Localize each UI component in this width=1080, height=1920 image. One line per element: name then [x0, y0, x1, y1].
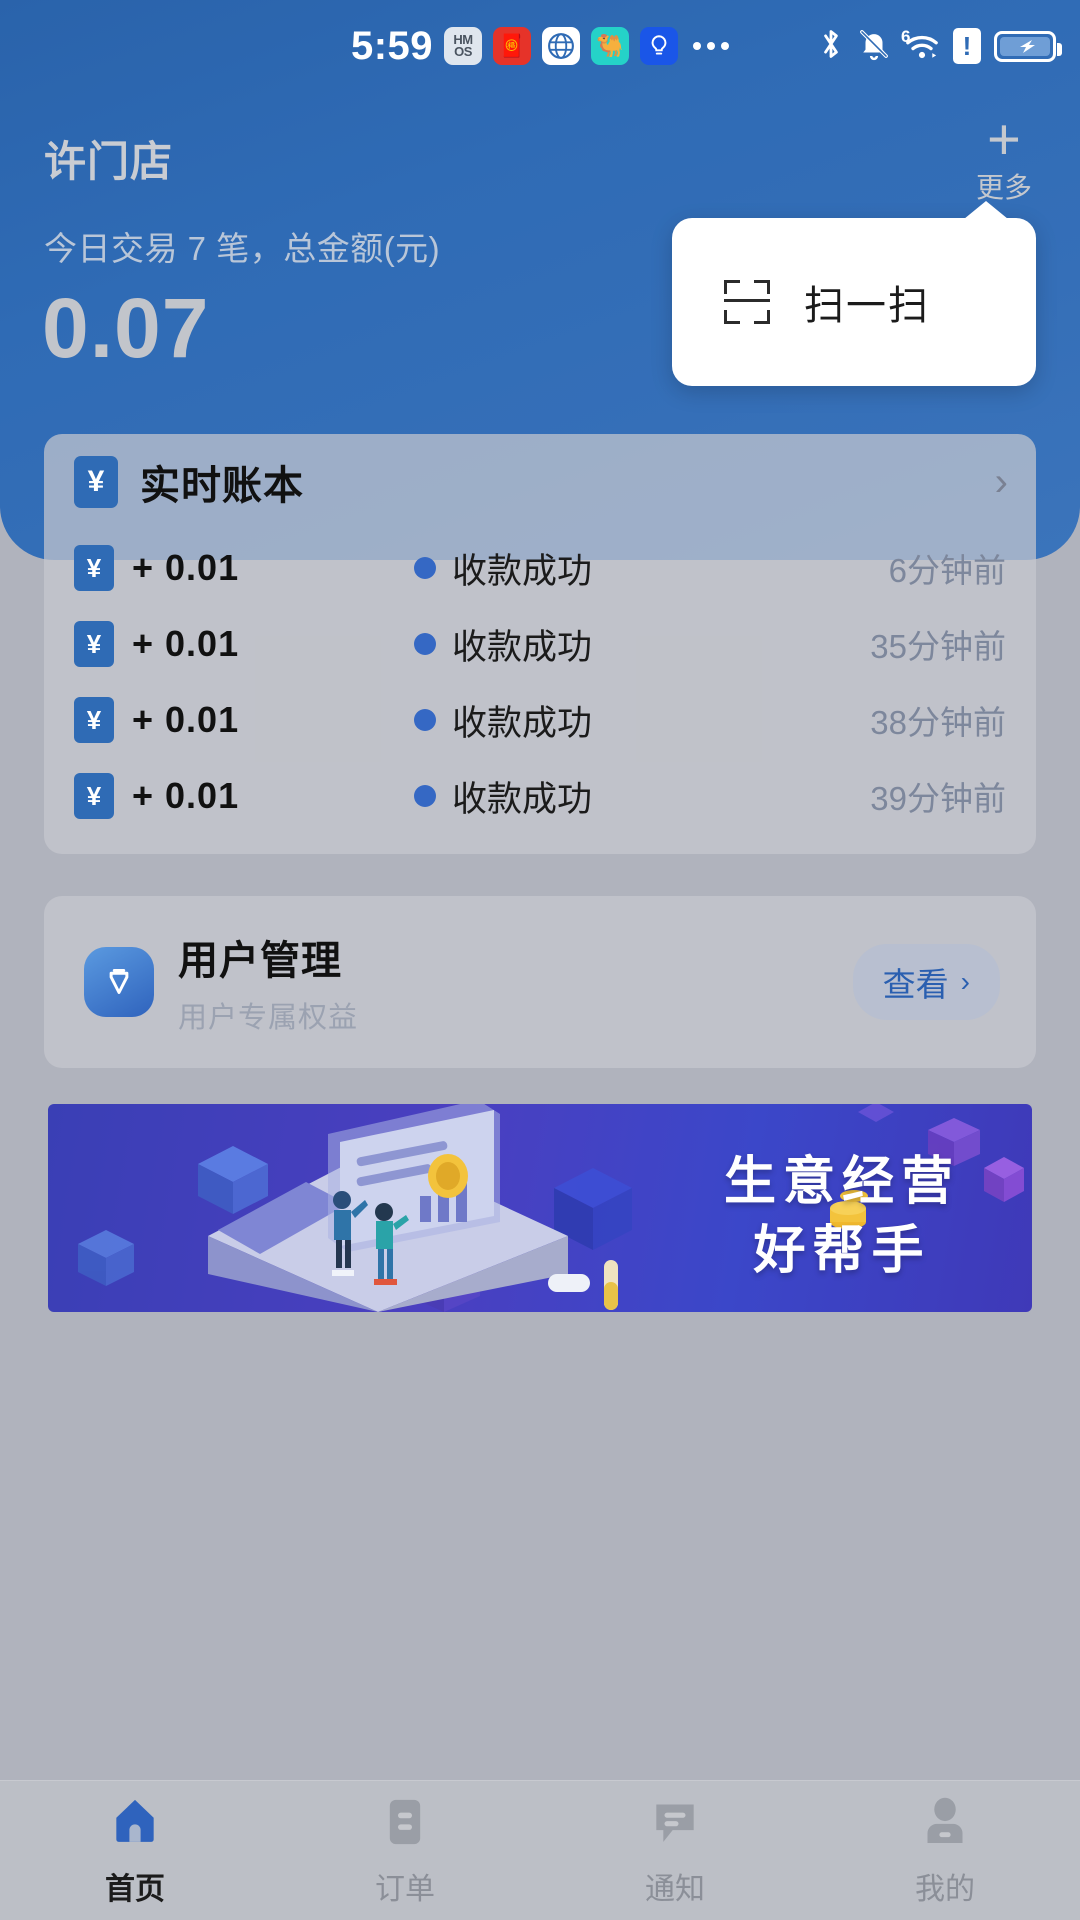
transaction-amount: + 0.01	[132, 547, 240, 588]
status-bar-clock: 5:59	[350, 23, 434, 68]
wifi-6-icon: 6	[901, 27, 940, 61]
table-row[interactable]: ¥ + 0.01 收款成功 35分钟前	[44, 606, 1036, 682]
yen-badge-icon: ¥	[74, 697, 114, 743]
bluetooth-icon	[818, 26, 844, 67]
transaction-status: 收款成功	[414, 543, 592, 594]
browser-icon	[542, 27, 581, 65]
yen-badge-icon: ¥	[74, 545, 114, 591]
tab-profile[interactable]: 我的	[810, 1794, 1080, 1908]
transaction-status: 收款成功	[414, 771, 592, 822]
more-button-label: 更多	[975, 171, 1032, 203]
orders-icon	[389, 1799, 421, 1844]
battery-charging-icon	[994, 30, 1062, 62]
table-row[interactable]: ¥ + 0.01 收款成功 39分钟前	[44, 758, 1036, 834]
status-bar-right: 6 !	[818, 0, 1062, 92]
user-management-icon	[84, 947, 154, 1017]
banner-text: 生意经营 好帮手	[724, 1148, 960, 1285]
transaction-status: 收款成功	[414, 695, 592, 746]
status-label: 收款成功	[452, 779, 593, 819]
chevron-right-icon: ›	[960, 966, 970, 997]
view-button[interactable]: 查看 ›	[852, 944, 1000, 1020]
tab-orders[interactable]: 订单	[270, 1794, 540, 1908]
transaction-time: 6分钟前	[888, 552, 1006, 589]
transaction-amount: + 0.01	[132, 623, 240, 664]
transaction-time: 35分钟前	[870, 628, 1006, 665]
transaction-amount: + 0.01	[132, 775, 240, 816]
transaction-time: 39分钟前	[870, 780, 1006, 817]
red-app-icon: 🧧	[493, 27, 532, 65]
tab-profile-label: 我的	[915, 1872, 975, 1906]
status-label: 收款成功	[452, 551, 593, 591]
today-summary: 今日交易 7 笔，总金额(元)	[44, 230, 441, 267]
status-dot-icon	[414, 633, 436, 655]
hmos-icon: HM OS	[444, 27, 483, 65]
status-label: 收款成功	[452, 703, 593, 743]
scan-popup-label: 扫一扫	[804, 284, 930, 328]
scan-popup[interactable]: 扫一扫	[672, 201, 1036, 386]
realtime-ledger-card[interactable]: ¥ 实时账本 › ¥ + 0.01 收款成功 6分钟前 ¥ + 0.01 收款成…	[44, 434, 1036, 854]
user-management-card[interactable]: 用户管理 用户专属权益 查看 ›	[44, 896, 1036, 1068]
view-button-label: 查看	[882, 966, 949, 1003]
table-row[interactable]: ¥ + 0.01 收款成功 6分钟前	[44, 530, 1036, 606]
camel-app-icon: 🐫	[591, 27, 630, 65]
banner-line-2: 好帮手	[753, 1221, 931, 1280]
more-button[interactable]: + 更多	[975, 107, 1032, 206]
total-amount: 0.07	[42, 281, 210, 375]
tab-home-label: 首页	[105, 1872, 165, 1906]
status-dot-icon	[414, 709, 436, 731]
yen-badge-icon: ¥	[74, 456, 118, 508]
tab-home[interactable]: 首页	[0, 1794, 270, 1908]
ledger-header[interactable]: ¥ 实时账本 ›	[44, 434, 1036, 530]
scan-frame-icon	[724, 280, 770, 324]
chevron-right-icon[interactable]: ›	[995, 462, 1008, 502]
yen-badge-icon: ¥	[74, 773, 114, 819]
transaction-status: 收款成功	[414, 619, 592, 670]
banner-line-1: 生意经营	[723, 1153, 960, 1211]
store-name: 许门店	[44, 138, 174, 185]
user-management-title: 用户管理	[178, 939, 342, 983]
plus-icon: +	[987, 107, 1021, 172]
home-icon	[116, 1799, 154, 1842]
yen-badge-icon: ¥	[74, 621, 114, 667]
transaction-time: 38分钟前	[870, 704, 1006, 741]
profile-icon	[927, 1797, 963, 1843]
status-label: 收款成功	[452, 627, 593, 667]
user-management-text: 用户管理 用户专属权益	[178, 928, 358, 1036]
notification-icon	[656, 1804, 694, 1842]
ledger-title: 实时账本	[140, 464, 304, 508]
status-bar-overflow-icon	[693, 42, 730, 50]
status-dot-icon	[414, 557, 436, 579]
promo-banner[interactable]: 生意经营 好帮手	[48, 1104, 1032, 1312]
table-row[interactable]: ¥ + 0.01 收款成功 38分钟前	[44, 682, 1036, 758]
status-bar: 5:59 HM OS 🧧 🐫 6 !	[0, 0, 1080, 92]
transaction-amount: + 0.01	[132, 699, 240, 740]
status-dot-icon	[414, 785, 436, 807]
user-management-subtitle: 用户专属权益	[178, 1002, 359, 1034]
mute-bell-icon	[857, 27, 891, 66]
bulb-app-icon	[640, 27, 679, 65]
tab-orders-label: 订单	[375, 1872, 435, 1906]
popup-arrow	[964, 201, 1008, 219]
bottom-tab-bar: 首页 订单 通知 我的	[0, 1780, 1080, 1920]
tab-notifications-label: 通知	[645, 1872, 705, 1906]
sim-alert-icon: !	[953, 28, 981, 64]
tab-notifications[interactable]: 通知	[540, 1794, 810, 1908]
